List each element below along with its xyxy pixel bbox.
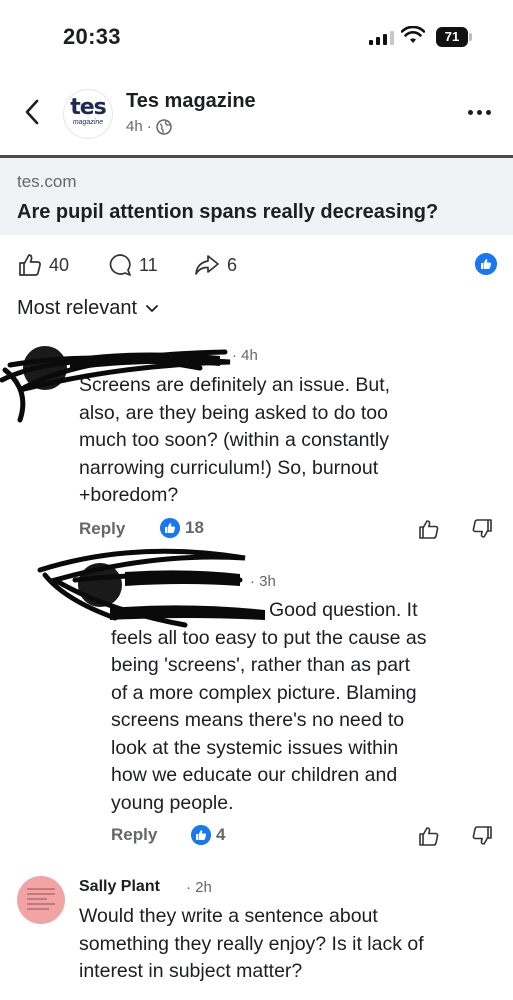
page-avatar[interactable]: tes magazine — [63, 89, 113, 139]
sort-label: Most relevant — [17, 297, 138, 319]
meta-separator: · — [146, 118, 152, 135]
like-reaction-icon — [191, 825, 211, 845]
chevron-down-icon — [146, 304, 158, 312]
like-button[interactable]: 40 — [17, 252, 69, 278]
like-count: 40 — [49, 254, 70, 275]
comment-2-likes: 4 — [191, 825, 225, 845]
comment-3-text: Would they write a sentence about someth… — [79, 905, 424, 982]
commenter-avatar[interactable] — [17, 876, 65, 924]
page-name[interactable]: Tes magazine — [126, 90, 256, 113]
comment-1-time: · 4h — [232, 347, 258, 364]
comment-2-reply-button[interactable]: Reply — [111, 825, 157, 845]
reactions-bar: 40 11 6 — [0, 248, 513, 284]
more-options-button[interactable] — [468, 102, 498, 122]
comment-1-text: Screens are definitely an issue. But, al… — [79, 374, 391, 506]
post-meta: 4h · — [126, 118, 172, 135]
comment-2-time: · 3h — [250, 573, 276, 590]
comment-bubble-icon — [109, 254, 131, 276]
share-arrow-icon — [195, 255, 219, 275]
comment-count: 11 — [139, 254, 158, 275]
avatar-logo-text: tes — [70, 95, 107, 120]
link-domain: tes.com — [17, 172, 77, 191]
post-time: 4h — [126, 118, 143, 135]
status-bar: 20:33 71 — [0, 0, 513, 72]
share-button[interactable]: 6 — [193, 252, 237, 278]
commenter-name[interactable]: Sally Plant — [79, 878, 160, 896]
thumbs-up-icon — [19, 254, 41, 276]
battery-level: 71 — [436, 27, 468, 47]
comment-1-downvote-icon[interactable] — [471, 518, 493, 540]
like-reaction-badge-icon — [475, 253, 497, 275]
like-reaction-icon — [160, 518, 180, 538]
back-arrow-icon[interactable] — [20, 96, 44, 128]
share-count: 6 — [227, 254, 238, 275]
comment-2-upvote-icon[interactable] — [418, 825, 440, 847]
comment-3-time: · 2h — [186, 879, 212, 896]
link-preview-card[interactable]: tes.com Are pupil attention spans really… — [0, 155, 513, 235]
comment-sort-dropdown[interactable]: Most relevant — [17, 297, 159, 320]
comment-button[interactable]: 11 — [107, 252, 158, 278]
battery-icon: 71 — [436, 27, 472, 47]
link-title: Are pupil attention spans really decreas… — [17, 201, 439, 223]
status-time: 20:33 — [63, 24, 121, 49]
comment-1-upvote-icon[interactable] — [418, 518, 440, 540]
comment-2-downvote-icon[interactable] — [471, 825, 493, 847]
globe-icon — [155, 118, 172, 135]
comment-1-likes: 18 — [160, 518, 204, 538]
post-header: tes magazine Tes magazine 4h · — [0, 80, 513, 150]
comment-1-reply-button[interactable]: Reply — [79, 519, 125, 539]
comment-2-text: Good question. It feels all too easy to … — [111, 599, 427, 814]
cellular-signal-icon — [369, 31, 394, 45]
avatar-logo-subtext: magazine — [72, 119, 104, 126]
wifi-icon — [401, 26, 425, 43]
